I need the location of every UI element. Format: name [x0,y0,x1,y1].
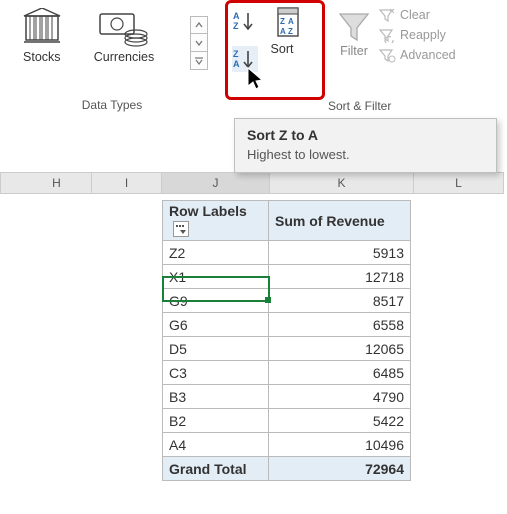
col-header-H[interactable]: H [22,172,92,194]
clear-icon [378,7,396,23]
tooltip-body: Highest to lowest. [247,147,484,162]
pivot-row: D512065 [163,337,411,361]
advanced-label: Advanced [400,48,456,62]
data-types-group: Stocks Currencies [0,0,224,116]
filter-label: Filter [340,44,368,58]
stocks-button[interactable]: Stocks [16,8,68,64]
pivot-row: Z25913 [163,241,411,265]
pivot-cell-label[interactable]: G9 [163,289,269,313]
chevron-down-bar-icon [194,57,204,65]
pivot-cell-value[interactable]: 6558 [269,313,411,337]
pivot-row-header-label: Row Labels [169,203,247,219]
pivot-row: C36485 [163,361,411,385]
pivot-cell-value[interactable]: 8517 [269,289,411,313]
pivot-cell-label[interactable]: G6 [163,313,269,337]
pivot-row: B25422 [163,409,411,433]
gallery-more-button[interactable] [190,52,208,70]
svg-text:Z: Z [280,17,285,26]
gallery-down-button[interactable] [190,34,208,52]
chevron-down-icon [195,40,203,46]
pivot-cell-label[interactable]: C3 [163,361,269,385]
pivot-cell-value[interactable]: 12065 [269,337,411,361]
pivot-row-header: Row Labels [163,201,269,241]
col-header-I[interactable]: I [92,172,162,194]
svg-text:Z: Z [233,49,239,59]
sort-az-icon: A Z [233,10,257,32]
grid-area[interactable]: Row Labels Sum of Revenue Z25913X112718G… [0,194,507,514]
worksheet: H I J K L Row Labels Sum of Revenue Z259… [0,172,507,514]
sort-label: Sort [271,42,294,56]
pivot-cell-value[interactable]: 5422 [269,409,411,433]
select-all-corner[interactable] [0,172,22,194]
sort-cluster: A Z Z A Z A A [232,6,300,72]
svg-text:Z: Z [233,21,239,31]
sort-dialog-button[interactable]: Z A A Z Sort [264,6,300,72]
pivot-cell-label[interactable]: Z2 [163,241,269,265]
col-header-K[interactable]: K [270,172,414,194]
stocks-icon [20,8,64,48]
pivot-cell-value[interactable]: 6485 [269,361,411,385]
column-headers: H I J K L [0,172,507,194]
pivot-cell-value[interactable]: 12718 [269,265,411,289]
sort-za-icon: Z A [233,48,257,70]
pivot-row: G66558 [163,313,411,337]
clear-label: Clear [400,8,430,22]
tooltip: Sort Z to A Highest to lowest. [234,118,497,173]
pivot-total-value[interactable]: 72964 [269,457,411,481]
pivot-row: G98517 [163,289,411,313]
pivot-cell-label[interactable]: X1 [163,265,269,289]
filter-icon [336,8,372,44]
currencies-button[interactable]: Currencies [90,8,158,64]
col-header-L[interactable]: L [414,172,504,194]
sort-za-button[interactable]: Z A [232,46,258,72]
pivot-row: B34790 [163,385,411,409]
advanced-icon [378,47,396,63]
tooltip-title: Sort Z to A [247,127,484,143]
row-labels-dropdown[interactable] [173,221,189,237]
pivot-total-row: Grand Total 72964 [163,457,411,481]
sort-filter-group-label: Sort & Filter [328,99,391,113]
gallery-up-button[interactable] [190,16,208,34]
pivot-cell-label[interactable]: D5 [163,337,269,361]
svg-text:A: A [233,59,240,69]
pivot-row: X112718 [163,265,411,289]
gallery-arrows [190,16,208,70]
data-types-group-label: Data Types [82,98,142,116]
pivot-cell-label[interactable]: A4 [163,433,269,457]
reapply-label: Reapply [400,28,446,42]
svg-text:A: A [280,27,286,36]
currencies-icon [98,8,150,48]
svg-text:A: A [233,11,240,21]
pivot-table: Row Labels Sum of Revenue Z25913X112718G… [162,200,411,481]
sort-dialog-icon: Z A A Z [264,6,300,42]
pivot-row: A410496 [163,433,411,457]
svg-text:Z: Z [288,27,293,36]
sort-az-button[interactable]: A Z [232,8,258,34]
reapply-button[interactable]: Reapply [376,26,458,44]
filter-button[interactable]: Filter [336,6,372,64]
pivot-cell-value[interactable]: 5913 [269,241,411,265]
col-header-J[interactable]: J [162,172,270,194]
clear-button[interactable]: Clear [376,6,458,24]
pivot-cell-value[interactable]: 10496 [269,433,411,457]
advanced-button[interactable]: Advanced [376,46,458,64]
pivot-total-label[interactable]: Grand Total [163,457,269,481]
pivot-cell-label[interactable]: B3 [163,385,269,409]
svg-text:A: A [288,17,294,26]
pivot-cell-value[interactable]: 4790 [269,385,411,409]
stocks-label: Stocks [23,50,61,64]
currencies-label: Currencies [94,50,154,64]
pivot-value-header: Sum of Revenue [269,201,411,241]
pivot-cell-label[interactable]: B2 [163,409,269,433]
reapply-icon [378,27,396,43]
ribbon: Stocks Currencies [0,0,507,116]
filter-cluster: Filter Clear Reapply Advanced [336,6,458,64]
chevron-up-icon [195,22,203,28]
